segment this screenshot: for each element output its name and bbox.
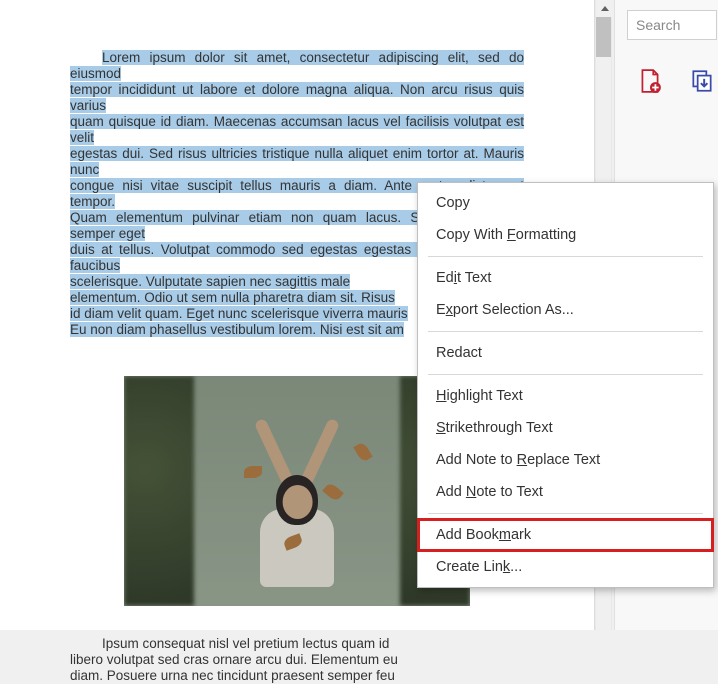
- export-pdf-icon[interactable]: [689, 68, 715, 94]
- search-placeholder: Search: [636, 17, 680, 33]
- menu-create-link[interactable]: Create Link...: [418, 551, 713, 583]
- menu-edit-text[interactable]: Edit Text: [418, 262, 713, 294]
- menu-separator: [428, 513, 703, 514]
- context-menu: Copy Copy With Formatting Edit Text Expo…: [417, 182, 714, 588]
- menu-add-note-to-text[interactable]: Add Note to Text: [418, 476, 713, 508]
- menu-separator: [428, 256, 703, 257]
- menu-add-note-to-replace-text[interactable]: Add Note to Replace Text: [418, 444, 713, 476]
- scroll-up-button[interactable]: [596, 0, 613, 17]
- menu-copy-with-formatting[interactable]: Copy With Formatting: [418, 219, 713, 251]
- menu-separator: [428, 331, 703, 332]
- menu-export-selection[interactable]: Export Selection As...: [418, 294, 713, 326]
- paragraph-2[interactable]: Ipsum consequat nisl vel pretium lectus …: [70, 636, 524, 684]
- menu-add-bookmark[interactable]: Add Bookmark: [418, 519, 713, 551]
- menu-separator: [428, 374, 703, 375]
- search-input[interactable]: Search: [627, 10, 717, 40]
- menu-highlight-text[interactable]: Highlight Text: [418, 380, 713, 412]
- create-pdf-icon[interactable]: [637, 68, 663, 94]
- scrollbar-thumb[interactable]: [596, 17, 611, 57]
- menu-strikethrough-text[interactable]: Strikethrough Text: [418, 412, 713, 444]
- menu-copy[interactable]: Copy: [418, 187, 713, 219]
- menu-redact[interactable]: Redact: [418, 337, 713, 369]
